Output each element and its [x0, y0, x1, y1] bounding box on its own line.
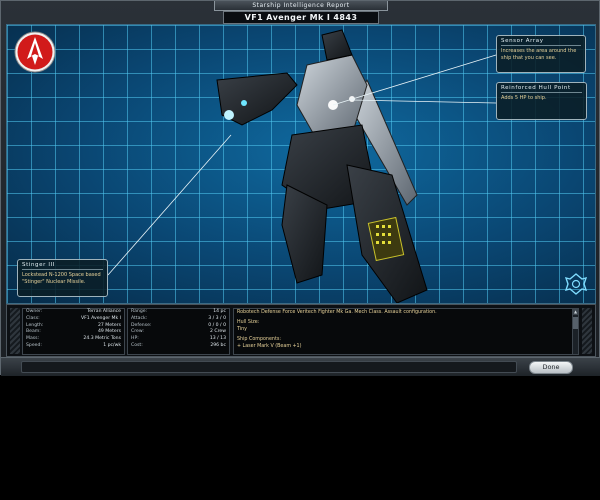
- window-title: Starship Intelligence Report: [214, 1, 388, 11]
- ship-viewport: Sensor Array Increases the area around t…: [6, 24, 596, 304]
- stat-row: Owner: Terran Alliance: [26, 309, 121, 314]
- callout-body: Increases the area around the ship that …: [501, 48, 577, 61]
- intel-report-window: Starship Intelligence Report VF1 Avenger…: [0, 0, 600, 376]
- panel-grip-left: [10, 308, 20, 354]
- scroll-thumb[interactable]: [573, 317, 578, 329]
- stats-column-right: Range: 14 pc Attack: 3 / 3 / 0 Defense: 0 /…: [127, 308, 230, 355]
- callout-title: Sensor Array: [501, 38, 581, 46]
- ship-stats-panel: Owner: Terran Alliance Class: VF1 Avenger …: [6, 304, 596, 357]
- faction-emblem-icon: [14, 31, 56, 73]
- panel-grip-right: [582, 308, 592, 354]
- stat-row: Mass: 24.3 Metric Tons: [26, 336, 121, 342]
- stat-row: Attack: 3 / 3 / 0: [131, 315, 226, 321]
- stat-row: Class: VF1 Avenger Mk I: [26, 315, 121, 321]
- ship-description: Robotech Defense Force Veritech Fighter …: [233, 308, 577, 355]
- callout-title: Reinforced Hull Point: [501, 85, 582, 93]
- callout-stinger-missile: Stinger III Lockstead N-1200 Space based…: [17, 259, 108, 297]
- callout-body: Adds 5 HP to ship.: [501, 95, 547, 101]
- stat-row: HP: 13 / 13: [131, 336, 226, 342]
- stats-column-left: Owner: Terran Alliance Class: VF1 Avenger …: [22, 308, 125, 355]
- bug-emblem-icon: [564, 273, 588, 295]
- ship-name: VF1 Avenger Mk I 4843: [223, 11, 379, 24]
- done-button[interactable]: Done: [529, 361, 573, 374]
- callout-title: Stinger III: [22, 262, 103, 270]
- ship-model-image: [216, 29, 428, 303]
- stat-row: Cost: 296 bc: [131, 342, 226, 348]
- description-scrollbar[interactable]: ▲: [572, 308, 579, 355]
- callout-body: Lockstead N-1200 Space based "Stinger" N…: [22, 272, 101, 285]
- bottom-bar: Done: [1, 357, 600, 376]
- bottom-bar-slot: [21, 361, 517, 373]
- callout-reinforced-hull: Reinforced Hull Point Adds 5 HP to ship.: [496, 82, 587, 120]
- component-item: + Laser Mark V (Beam +1): [237, 343, 302, 349]
- scroll-up-arrow-icon[interactable]: ▲: [573, 309, 578, 315]
- stat-row: Range: 14 pc: [131, 309, 226, 314]
- callout-sensor-array: Sensor Array Increases the area around t…: [496, 35, 586, 73]
- stat-row: Speed: 1 pc/wk: [26, 342, 121, 348]
